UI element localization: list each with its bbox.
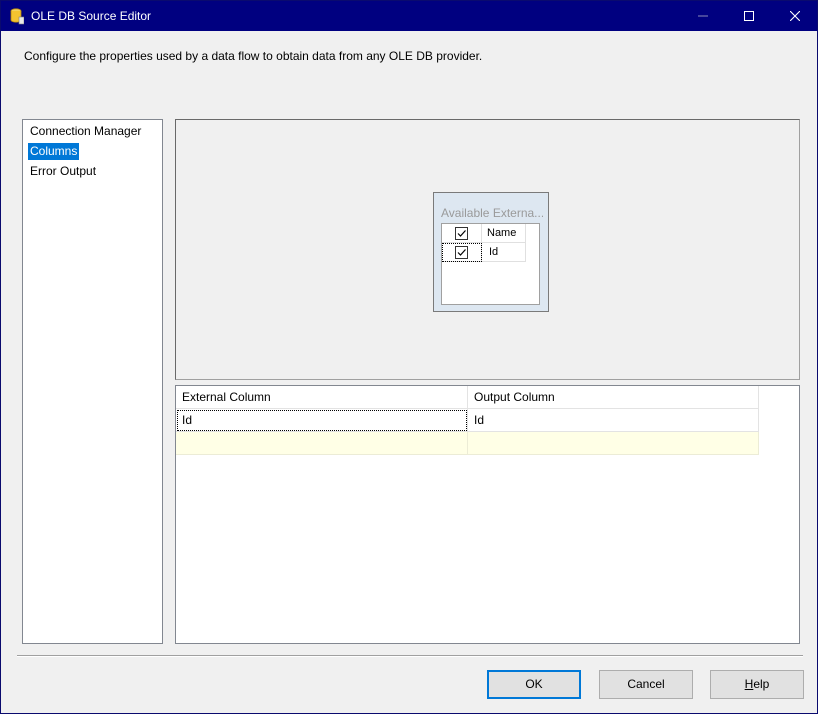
help-button[interactable]: Help — [710, 670, 804, 699]
column-name-cell[interactable]: Id — [482, 243, 526, 262]
checkmark-icon — [457, 249, 466, 256]
table-row[interactable]: Id Id — [176, 409, 759, 432]
close-button[interactable] — [772, 1, 818, 31]
new-external-column-cell[interactable] — [176, 432, 468, 455]
nav-item-error-output[interactable]: Error Output — [28, 163, 98, 180]
maximize-icon — [744, 11, 754, 21]
nav-item-columns[interactable]: Columns — [28, 143, 80, 160]
nav-item-connection-manager[interactable]: Connection Manager — [28, 123, 143, 140]
column-mapping-grid[interactable]: External Column Output Column Id Id — [175, 385, 800, 644]
ole-db-source-editor-window: OLE DB Source Editor Configure the prope… — [0, 0, 818, 714]
editor-description: Configure the properties used by a data … — [24, 49, 483, 63]
available-external-columns-box: Available Externa... Name Id — [433, 192, 549, 312]
title-bar[interactable]: OLE DB Source Editor — [1, 1, 817, 31]
output-column-cell[interactable]: Id — [468, 409, 759, 432]
minimize-button[interactable] — [680, 1, 726, 31]
column-checkbox[interactable] — [455, 246, 468, 259]
columns-designer-canvas: Available Externa... Name Id — [175, 119, 800, 380]
external-column-header[interactable]: External Column — [176, 386, 468, 409]
mapping-header-row: External Column Output Column — [176, 386, 759, 409]
available-columns-title: Available Externa... — [441, 206, 543, 220]
close-icon — [790, 11, 800, 21]
page-navigation-list[interactable]: Connection Manager Columns Error Output — [22, 119, 163, 644]
window-title: OLE DB Source Editor — [31, 9, 152, 23]
name-column-header[interactable]: Name — [482, 224, 526, 243]
database-icon — [10, 8, 24, 25]
help-label-rest: elp — [753, 677, 770, 691]
available-columns-grid: Name Id — [441, 223, 540, 305]
select-all-cell[interactable] — [442, 224, 482, 243]
checkmark-icon — [457, 230, 466, 237]
new-output-column-cell[interactable] — [468, 432, 759, 455]
footer-separator — [17, 655, 803, 657]
output-column-header[interactable]: Output Column — [468, 386, 759, 409]
minimize-icon — [698, 15, 708, 17]
maximize-button[interactable] — [726, 1, 772, 31]
new-row-placeholder[interactable] — [176, 432, 759, 455]
external-column-cell[interactable]: Id — [176, 409, 468, 432]
ok-button[interactable]: OK — [487, 670, 581, 699]
cancel-button[interactable]: Cancel — [599, 670, 693, 699]
column-checkbox-cell[interactable] — [442, 243, 482, 262]
select-all-checkbox[interactable] — [455, 227, 468, 240]
